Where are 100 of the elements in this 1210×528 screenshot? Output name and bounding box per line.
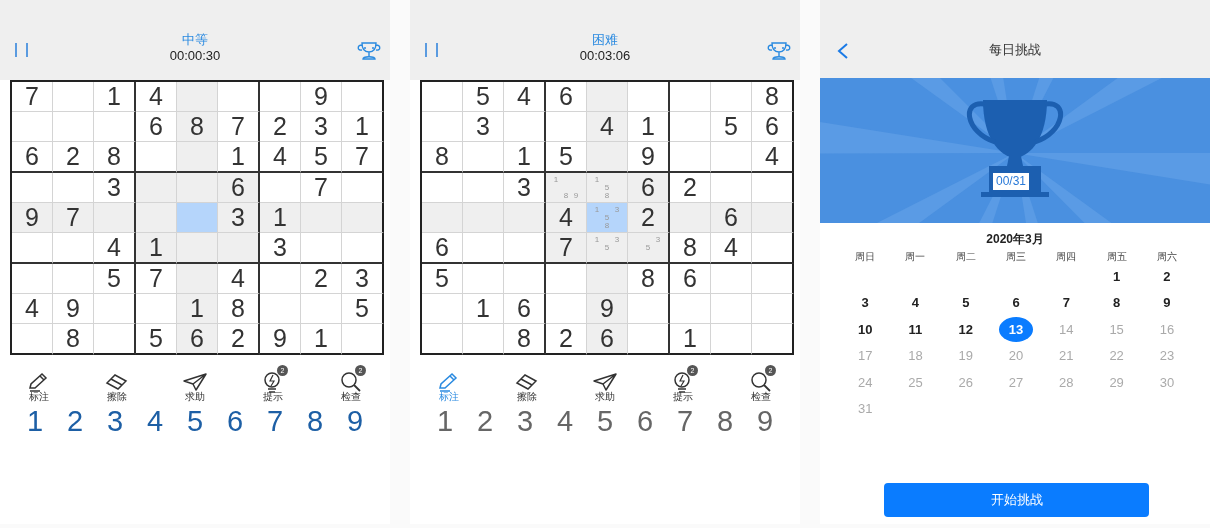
number-key[interactable]: 9: [335, 405, 375, 437]
number-key[interactable]: 9: [745, 405, 785, 437]
grid-cell[interactable]: 5: [546, 142, 587, 173]
grid-cell[interactable]: 6: [136, 112, 177, 142]
pause-icon[interactable]: [14, 42, 30, 58]
tool-button[interactable]: 求助: [566, 369, 644, 403]
grid-cell[interactable]: 5: [422, 264, 463, 294]
grid-cell[interactable]: [504, 203, 546, 233]
grid-cell[interactable]: 3: [94, 173, 136, 203]
grid-cell[interactable]: 3: [463, 112, 504, 142]
grid-cell[interactable]: [504, 233, 546, 264]
number-key[interactable]: 5: [175, 405, 215, 437]
grid-cell[interactable]: 6: [422, 233, 463, 264]
number-key[interactable]: 8: [705, 405, 745, 437]
grid-cell[interactable]: 8: [504, 324, 546, 355]
grid-cell[interactable]: 5: [94, 264, 136, 294]
grid-cell[interactable]: 3: [218, 203, 260, 233]
grid-cell[interactable]: 3: [342, 264, 384, 294]
number-key[interactable]: 3: [505, 405, 545, 437]
grid-cell[interactable]: 4: [136, 82, 177, 112]
grid-cell[interactable]: 4: [218, 264, 260, 294]
trophy-icon[interactable]: [356, 41, 382, 61]
grid-cell[interactable]: 8: [177, 112, 218, 142]
grid-cell[interactable]: 6: [177, 324, 218, 355]
tool-button[interactable]: 擦除: [488, 369, 566, 403]
number-key[interactable]: 4: [135, 405, 175, 437]
grid-cell[interactable]: 2: [53, 142, 94, 173]
grid-cell[interactable]: 6: [670, 264, 711, 294]
calendar-day[interactable]: 8: [1109, 293, 1125, 313]
grid-cell[interactable]: 7: [12, 82, 53, 112]
grid-cell[interactable]: [628, 294, 670, 324]
calendar-day[interactable]: 1: [1109, 266, 1125, 286]
grid-cell[interactable]: [752, 233, 794, 264]
grid-cell[interactable]: 2: [260, 112, 301, 142]
grid-cell[interactable]: 7: [218, 112, 260, 142]
grid-cell[interactable]: 8: [628, 264, 670, 294]
number-key[interactable]: 2: [465, 405, 505, 437]
grid-cell[interactable]: 9: [260, 324, 301, 355]
grid-cell[interactable]: 1: [628, 112, 670, 142]
grid-cell[interactable]: 1: [218, 142, 260, 173]
grid-cell[interactable]: 7: [53, 203, 94, 233]
grid-cell[interactable]: 4: [12, 294, 53, 324]
grid-cell[interactable]: [94, 203, 136, 233]
grid-cell[interactable]: [504, 112, 546, 142]
grid-cell[interactable]: 6: [587, 324, 628, 355]
grid-cell[interactable]: [94, 294, 136, 324]
grid-cell[interactable]: [752, 203, 794, 233]
back-icon[interactable]: [836, 42, 850, 60]
grid-cell[interactable]: [94, 324, 136, 355]
calendar-day[interactable]: 7: [1058, 293, 1074, 313]
grid-cell[interactable]: [342, 233, 384, 264]
grid-cell[interactable]: [342, 203, 384, 233]
grid-cell[interactable]: [218, 82, 260, 112]
grid-cell[interactable]: 4: [504, 82, 546, 112]
grid-cell[interactable]: 4: [711, 233, 752, 264]
calendar-day[interactable]: 9: [1159, 293, 1175, 313]
grid-cell[interactable]: 2: [301, 264, 342, 294]
grid-cell[interactable]: 5: [463, 82, 504, 112]
grid-cell[interactable]: 6: [711, 203, 752, 233]
grid-cell[interactable]: 2: [546, 324, 587, 355]
grid-cell[interactable]: 7: [546, 233, 587, 264]
tool-button[interactable]: 擦除: [78, 369, 156, 403]
trophy-icon[interactable]: [766, 41, 792, 61]
grid-cell[interactable]: 2: [628, 203, 670, 233]
grid-cell[interactable]: 1: [301, 324, 342, 355]
number-key[interactable]: 2: [55, 405, 95, 437]
grid-cell[interactable]: 6: [546, 82, 587, 112]
calendar-day[interactable]: 11: [904, 319, 927, 339]
grid-cell[interactable]: 6: [12, 142, 53, 173]
grid-cell[interactable]: 1: [177, 294, 218, 324]
calendar-day[interactable]: 13: [999, 316, 1034, 342]
grid-cell[interactable]: 2: [670, 173, 711, 203]
grid-cell[interactable]: 4: [546, 203, 587, 233]
grid-cell[interactable]: [342, 324, 384, 355]
grid-cell[interactable]: 1: [504, 142, 546, 173]
number-key[interactable]: 1: [15, 405, 55, 437]
grid-cell[interactable]: [752, 324, 794, 355]
grid-cell[interactable]: 9: [301, 82, 342, 112]
pause-icon[interactable]: [424, 42, 440, 58]
number-key[interactable]: 3: [95, 405, 135, 437]
grid-cell[interactable]: 8: [752, 82, 794, 112]
number-key[interactable]: 6: [215, 405, 255, 437]
number-key[interactable]: 4: [545, 405, 585, 437]
calendar-day[interactable]: 5: [958, 293, 974, 313]
grid-cell[interactable]: 9: [53, 294, 94, 324]
calendar-day[interactable]: 10: [853, 319, 877, 339]
grid-cell[interactable]: 9: [587, 294, 628, 324]
grid-cell[interactable]: 8: [670, 233, 711, 264]
grid-cell[interactable]: [504, 264, 546, 294]
grid-cell[interactable]: [752, 264, 794, 294]
grid-cell[interactable]: 3: [301, 112, 342, 142]
calendar-day[interactable]: 12: [954, 319, 977, 339]
grid-cell[interactable]: 6: [628, 173, 670, 203]
grid-cell[interactable]: [752, 294, 794, 324]
number-key[interactable]: 7: [665, 405, 705, 437]
grid-cell[interactable]: 6: [504, 294, 546, 324]
calendar-day[interactable]: 2: [1159, 266, 1175, 286]
grid-cell[interactable]: 2: [218, 324, 260, 355]
number-key[interactable]: 6: [625, 405, 665, 437]
grid-cell[interactable]: 8: [422, 142, 463, 173]
